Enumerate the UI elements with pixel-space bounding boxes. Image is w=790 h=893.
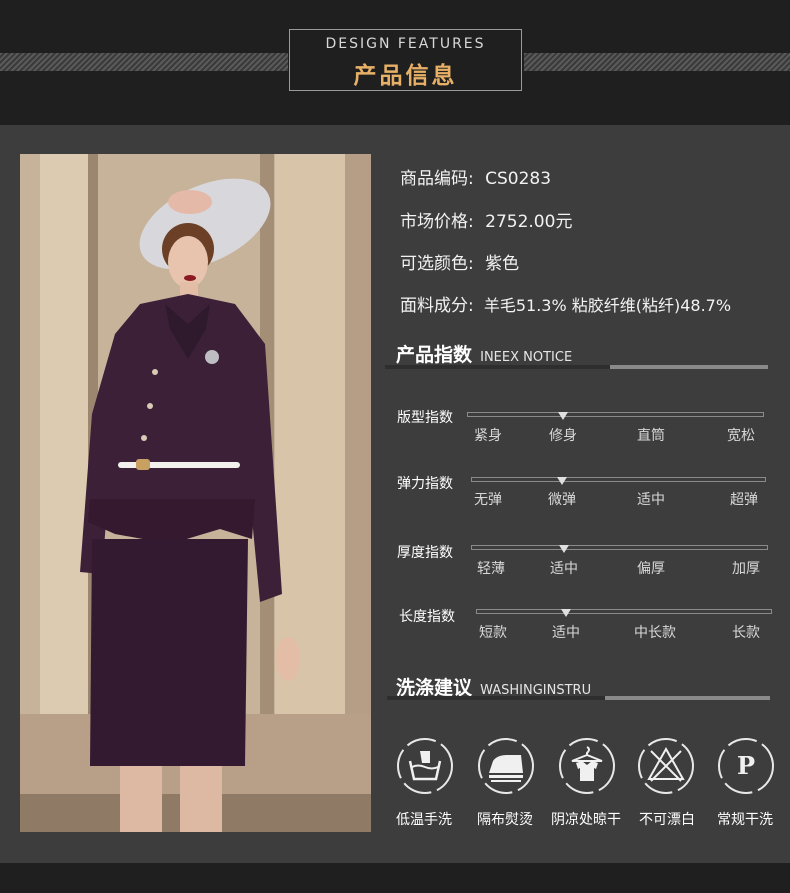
product-code-row: 商品编码: CS0283	[400, 164, 551, 189]
index-scale-track	[476, 609, 772, 614]
index-scale-option: 短款	[479, 625, 507, 641]
header-title-box: DESIGN FEATURES 产品信息	[289, 29, 522, 91]
dry-clean-letter: P	[737, 751, 755, 780]
product-fabric-value: 羊毛51.3% 粘胶纤维(粘纤)48.7%	[483, 296, 732, 315]
page-header: DESIGN FEATURES 产品信息	[0, 0, 790, 125]
index-scale-option: 中长款	[634, 625, 676, 641]
wash-section-rule-light	[605, 696, 770, 700]
index-scale-option: 偏厚	[637, 561, 665, 577]
hang-dry-icon	[559, 738, 615, 794]
product-price-row: 市场价格: 2752.00元	[400, 207, 572, 232]
page-footer	[0, 863, 790, 893]
index-row-label: 版型指数	[397, 410, 453, 426]
product-photo	[20, 154, 371, 832]
index-scale-option: 微弹	[548, 492, 576, 508]
index-section-rule-light	[610, 365, 768, 369]
index-scale-option: 加厚	[732, 561, 760, 577]
index-scale-pointer	[559, 545, 569, 553]
product-fabric-label: 面料成分:	[400, 296, 474, 316]
index-scale-option: 适中	[637, 492, 665, 508]
index-scale-pointer	[557, 477, 567, 485]
wash-label: 常规干洗	[717, 812, 773, 828]
index-section-title-cn: 产品指数	[396, 344, 473, 366]
product-code-label: 商品编码:	[400, 169, 474, 189]
index-scale-track	[471, 477, 766, 482]
index-scale-option: 轻薄	[477, 561, 505, 577]
wash-section-rule-dark	[387, 696, 605, 700]
wash-label: 低温手洗	[396, 812, 452, 828]
index-scale-option: 修身	[549, 428, 577, 444]
index-section-rule-dark	[385, 365, 610, 369]
wash-label: 阴凉处晾干	[551, 812, 621, 828]
wash-label: 隔布熨烫	[477, 812, 533, 828]
index-scale-option: 适中	[552, 625, 580, 641]
product-color-label: 可选颜色:	[400, 254, 474, 274]
index-scale-option: 适中	[550, 561, 578, 577]
product-price-value: 2752.00元	[485, 212, 573, 232]
product-code-value: CS0283	[485, 169, 552, 189]
index-scale-pointer	[561, 609, 571, 617]
no-bleach-icon	[638, 738, 694, 794]
index-scale-option: 紧身	[474, 428, 502, 444]
index-section-title-en: INEEX NOTICE	[480, 350, 573, 365]
header-stripe-right	[524, 53, 790, 71]
iron-icon	[478, 738, 534, 794]
index-row-label: 厚度指数	[397, 545, 453, 561]
wash-label: 不可漂白	[639, 812, 695, 828]
header-title-cn: 产品信息	[353, 63, 458, 89]
index-row-label: 弹力指数	[397, 476, 453, 492]
index-row-label: 长度指数	[399, 609, 455, 625]
product-fabric-row: 面料成分: 羊毛51.3% 粘胶纤维(粘纤)48.7%	[400, 291, 731, 316]
index-scale-track	[467, 412, 764, 417]
product-price-label: 市场价格:	[400, 212, 474, 232]
dry-clean-icon: P	[718, 738, 774, 794]
index-scale-option: 宽松	[727, 428, 755, 444]
index-scale-option: 无弹	[474, 492, 502, 508]
product-color-row: 可选颜色: 紫色	[400, 249, 519, 274]
header-stripe-left	[0, 53, 288, 71]
index-scale-option: 直筒	[637, 428, 665, 444]
index-scale-pointer	[558, 412, 568, 420]
header-title-en: DESIGN FEATURES	[325, 36, 486, 52]
index-scale-track	[471, 545, 768, 550]
index-section-heading: 产品指数 INEEX NOTICE	[396, 340, 572, 366]
index-scale-option: 超弹	[730, 492, 758, 508]
hand-wash-icon	[397, 738, 453, 794]
product-color-value: 紫色	[485, 254, 520, 274]
index-scale-option: 长款	[732, 625, 760, 641]
